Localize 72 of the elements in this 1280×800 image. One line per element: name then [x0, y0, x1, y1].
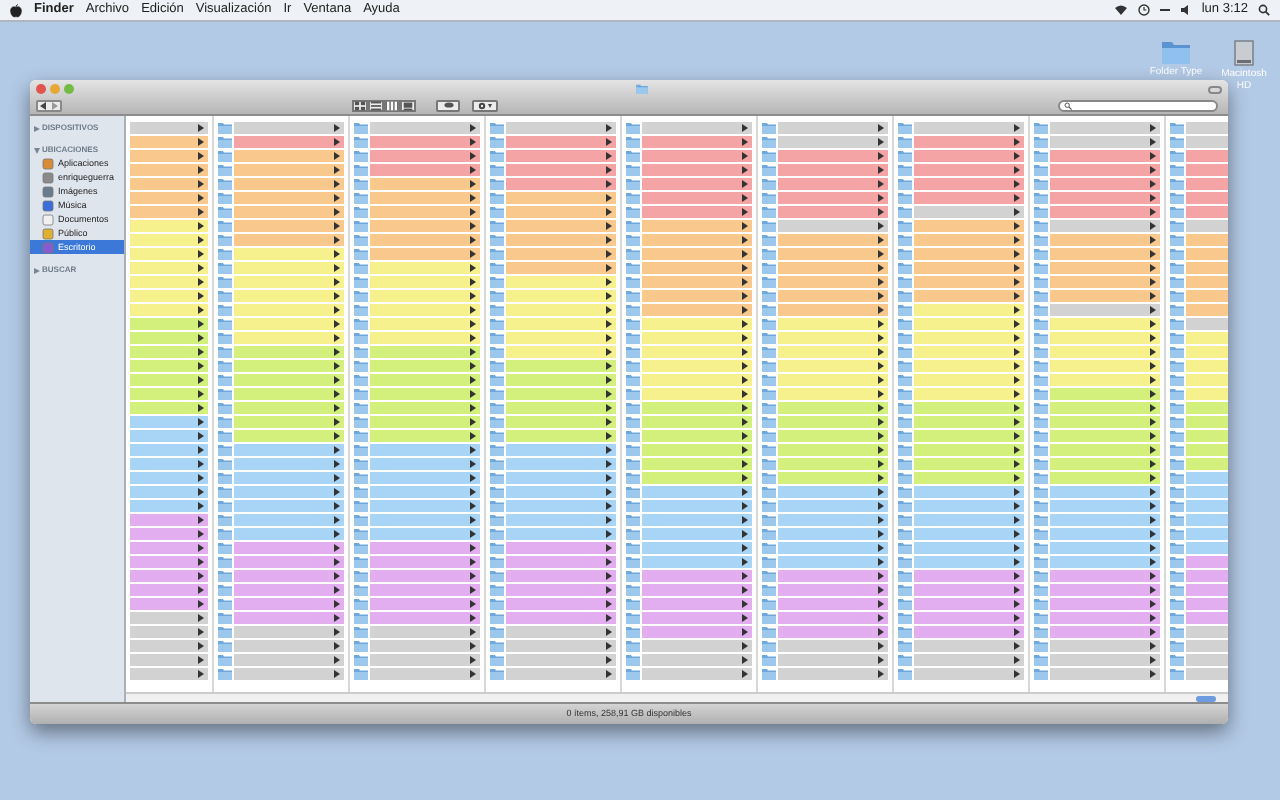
disclosure-triangle-icon[interactable]	[34, 125, 40, 131]
file-row[interactable]	[130, 626, 208, 638]
gear-icon	[478, 101, 486, 109]
file-row[interactable]	[130, 486, 208, 498]
caret-icon	[488, 103, 492, 107]
zoom-button[interactable]	[64, 84, 74, 94]
file-row[interactable]	[130, 584, 208, 596]
file-row[interactable]	[130, 556, 208, 568]
file-row[interactable]	[130, 206, 208, 218]
eye-icon	[443, 102, 453, 108]
disclosure-triangle-icon[interactable]	[34, 147, 40, 153]
view-mode-button[interactable]	[352, 99, 368, 111]
file-row[interactable]	[130, 332, 208, 344]
file-row[interactable]	[130, 276, 208, 288]
file-row[interactable]	[130, 318, 208, 330]
view-mode-button[interactable]	[368, 99, 384, 111]
back-forward-button[interactable]	[36, 99, 62, 111]
file-row[interactable]	[130, 346, 208, 358]
folder-icon	[635, 84, 647, 94]
file-row[interactable]	[130, 640, 208, 652]
file-row[interactable]	[130, 290, 208, 302]
file-row[interactable]	[130, 472, 208, 484]
file-row[interactable]	[130, 360, 208, 372]
back-arrow-icon	[40, 101, 47, 109]
file-row[interactable]	[130, 500, 208, 512]
file-row[interactable]	[130, 402, 208, 414]
disclosure-triangle-icon[interactable]	[34, 267, 40, 273]
file-row[interactable]	[130, 458, 208, 470]
hard-drive-icon[interactable]	[1234, 40, 1254, 66]
file-row[interactable]	[130, 220, 208, 232]
file-row[interactable]	[130, 304, 208, 316]
scrollbar-thumb[interactable]	[1196, 695, 1216, 701]
speaker-icon[interactable]	[1179, 4, 1192, 16]
file-row[interactable]	[130, 122, 208, 134]
file-row[interactable]	[130, 388, 208, 400]
dash-icon[interactable]	[1159, 4, 1170, 16]
search-field[interactable]	[1058, 99, 1218, 111]
search-icon[interactable]	[1258, 4, 1270, 16]
file-row[interactable]	[130, 598, 208, 610]
file-row[interactable]	[130, 444, 208, 456]
file-row[interactable]	[130, 654, 208, 666]
file-row[interactable]	[130, 164, 208, 176]
apple-logo-icon[interactable]	[10, 3, 22, 17]
file-row[interactable]	[130, 136, 208, 148]
wifi-icon[interactable]	[1113, 4, 1128, 16]
file-row[interactable]	[130, 668, 208, 680]
minimize-button[interactable]	[50, 84, 60, 94]
action-menu-button[interactable]	[472, 99, 498, 111]
file-row[interactable]	[130, 570, 208, 582]
file-row[interactable]	[130, 514, 208, 526]
clock-icon[interactable]	[1137, 4, 1150, 16]
folder-icon[interactable]	[1162, 40, 1190, 64]
forward-arrow-icon	[51, 101, 58, 109]
file-row[interactable]	[130, 416, 208, 428]
file-row[interactable]	[130, 192, 208, 204]
file-row[interactable]	[130, 262, 208, 274]
horizontal-scrollbar[interactable]	[126, 692, 1228, 702]
file-row[interactable]	[130, 178, 208, 190]
search-icon	[1064, 101, 1072, 109]
quick-look-button[interactable]	[436, 99, 460, 111]
file-row[interactable]	[130, 542, 208, 554]
file-row[interactable]	[130, 430, 208, 442]
file-row[interactable]	[130, 374, 208, 386]
close-button[interactable]	[36, 84, 46, 94]
file-row[interactable]	[130, 612, 208, 624]
view-mode-button[interactable]	[400, 99, 416, 111]
file-row[interactable]	[130, 150, 208, 162]
file-row[interactable]	[130, 528, 208, 540]
view-mode-button[interactable]	[384, 99, 400, 111]
toolbar-toggle-button[interactable]	[1208, 85, 1222, 93]
file-row[interactable]	[130, 234, 208, 246]
file-row[interactable]	[130, 248, 208, 260]
